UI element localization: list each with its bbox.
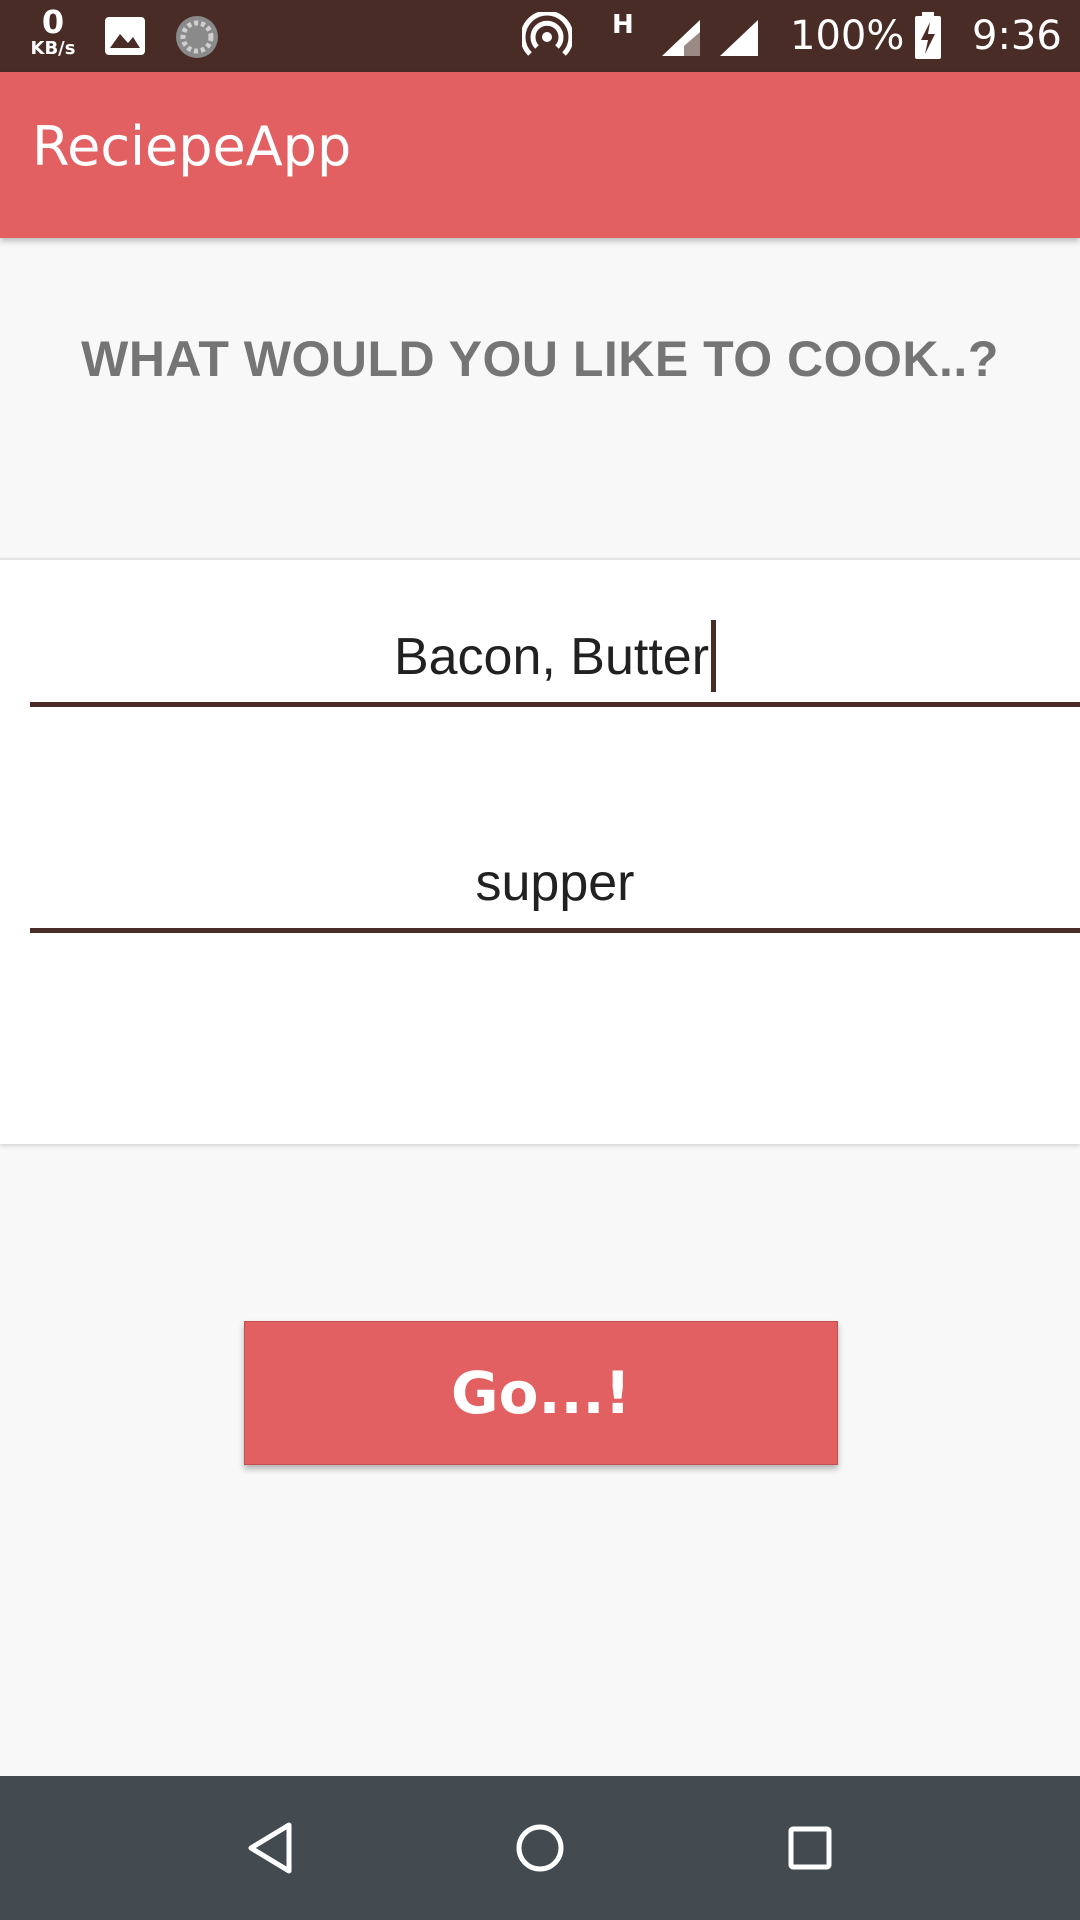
app-bar: ReciepeApp [0,72,1080,238]
home-icon [516,1824,564,1872]
network-speed-unit: KB/s [30,38,76,59]
clock: 9:36 [972,13,1062,59]
back-button[interactable] [190,1776,350,1920]
status-bar: 0 KB/s H 100% 9:36 [0,0,1080,72]
ingredients-input[interactable]: Bacon, Butter [30,612,1080,707]
network-type: H [612,10,634,40]
meal-input[interactable]: supper [30,838,1080,933]
hotspot-icon [520,10,574,66]
app-title: ReciepeApp [32,115,352,178]
signal-icon [660,18,702,62]
battery-charging-icon [914,12,942,64]
sync-icon [174,14,220,64]
go-button[interactable]: Go...! [244,1321,838,1465]
navigation-bar [0,1776,1080,1920]
back-icon [248,1822,292,1874]
recents-icon [788,1826,832,1870]
text-cursor [711,620,717,693]
battery-percent: 100% [790,13,905,59]
network-speed-value: 0 [41,3,65,41]
signal-icon-2 [718,18,760,62]
meal-input-value: supper [475,854,635,912]
home-button[interactable] [460,1776,620,1920]
ingredients-input-value: Bacon, Butter [393,628,710,686]
screen: 0 KB/s H 100% 9:36 ReciepeApp WHAT WOULD… [0,0,1080,1920]
recents-button[interactable] [730,1776,890,1920]
input-card: Bacon, Butter supper [0,558,1080,1144]
image-icon [104,16,146,60]
network-speed: 0 KB/s [26,6,80,58]
page-heading: WHAT WOULD YOU LIKE TO COOK..? [81,331,999,387]
